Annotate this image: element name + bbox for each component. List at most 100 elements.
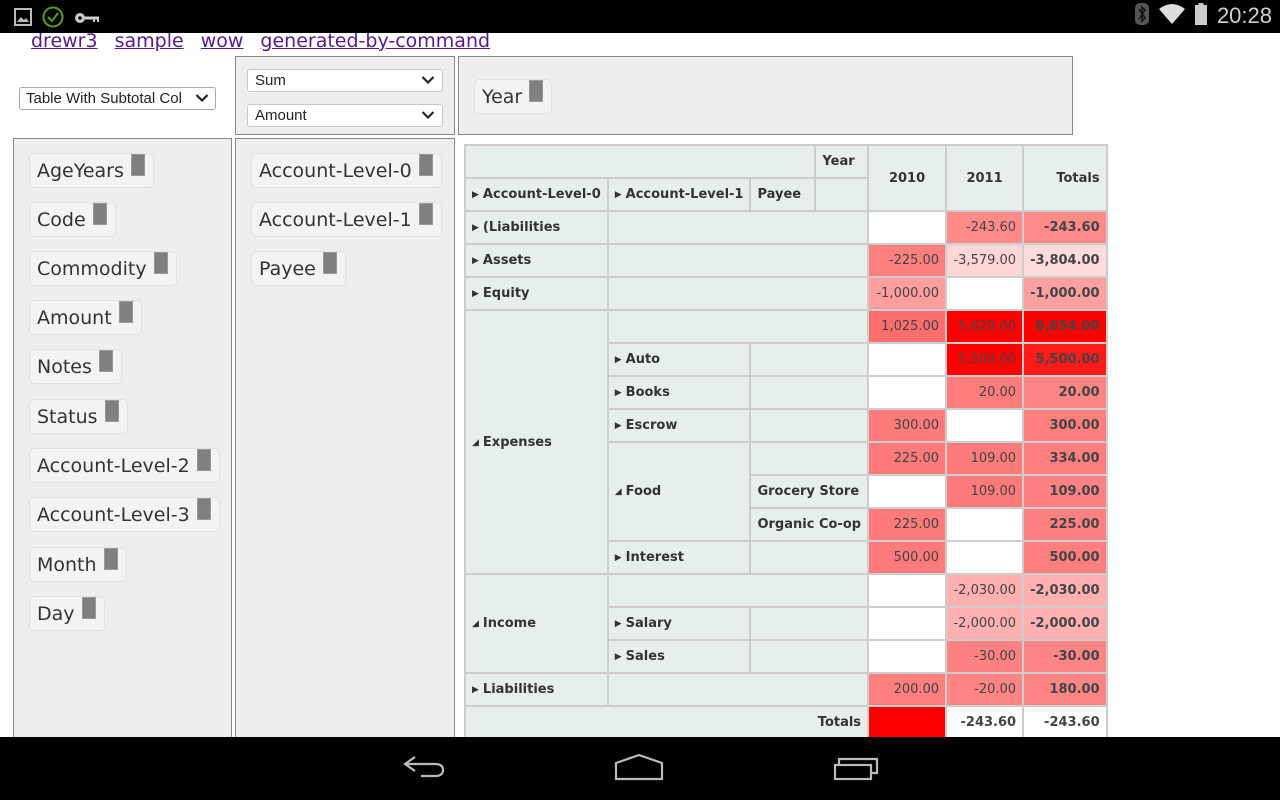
attr-pill-code[interactable]: Code xyxy=(29,202,116,237)
cell-row-total[interactable]: 180.00 xyxy=(1022,672,1108,707)
attr-pill-account-level-1[interactable]: Account-Level-1 xyxy=(251,202,442,237)
filter-dropdown-icon[interactable] xyxy=(92,202,107,225)
expand-arrow-icon[interactable]: ▶ xyxy=(615,355,622,365)
cell-row-total[interactable]: -30.00 xyxy=(1022,639,1108,674)
expand-arrow-icon[interactable]: ▶ xyxy=(615,388,622,398)
filter-dropdown-icon[interactable] xyxy=(104,399,119,422)
row-label-l0[interactable]: ▶ (Liabilities xyxy=(464,210,609,245)
cell-value[interactable]: 225.00 xyxy=(867,441,948,476)
row-label-l1[interactable]: ◢ Food xyxy=(606,441,752,542)
cell-value[interactable] xyxy=(867,210,948,245)
cell-value[interactable]: -1,000.00 xyxy=(867,276,948,311)
attr-pill-payee[interactable]: Payee xyxy=(251,251,346,286)
cell-value[interactable]: -2,030.00 xyxy=(945,573,1025,608)
attr-pill-day[interactable]: Day xyxy=(29,596,105,631)
cell-value[interactable] xyxy=(867,375,948,410)
cell-row-total[interactable]: 300.00 xyxy=(1022,408,1108,443)
link-generated-by-command[interactable]: generated-by-command xyxy=(260,30,490,52)
cell-row-total[interactable]: -2,000.00 xyxy=(1022,606,1108,641)
attr-pill-account-level-2[interactable]: Account-Level-2 xyxy=(29,448,220,483)
attr-pill-ageyears[interactable]: AgeYears xyxy=(29,153,154,188)
cell-row-total[interactable]: 334.00 xyxy=(1022,441,1108,476)
cell-grand-total[interactable]: -243.60 xyxy=(1022,705,1108,740)
back-button[interactable] xyxy=(394,751,454,787)
expand-arrow-icon[interactable]: ▶ xyxy=(472,256,479,266)
row-label-l1[interactable]: ▶ Escrow xyxy=(606,408,752,443)
expand-arrow-icon[interactable]: ▶ xyxy=(615,619,622,629)
cell-value[interactable] xyxy=(945,408,1025,443)
expand-arrow-icon[interactable]: ▶ xyxy=(615,421,622,431)
cell-value[interactable]: -20.00 xyxy=(945,672,1025,707)
expand-arrow-icon[interactable]: ▶ xyxy=(472,685,479,695)
row-label-l0[interactable]: ▶ Assets xyxy=(464,243,609,278)
filter-dropdown-icon[interactable] xyxy=(130,153,145,176)
expand-arrow-icon[interactable]: ▶ xyxy=(472,289,479,299)
attr-pill-amount[interactable]: Amount xyxy=(29,300,142,335)
cell-value[interactable]: 500.00 xyxy=(867,540,948,575)
cell-row-total[interactable]: 500.00 xyxy=(1022,540,1108,575)
expand-arrow-icon[interactable]: ▶ xyxy=(615,190,622,200)
cell-value[interactable]: -2,000.00 xyxy=(945,606,1025,641)
cell-row-total[interactable]: 20.00 xyxy=(1022,375,1108,410)
link-wow[interactable]: wow xyxy=(201,30,244,52)
attr-pill-month[interactable]: Month xyxy=(29,547,127,582)
cell-value[interactable]: -225.00 xyxy=(867,243,948,278)
expand-arrow-icon[interactable]: ▶ xyxy=(472,190,479,200)
filter-dropdown-icon[interactable] xyxy=(196,448,211,471)
row-label-l1[interactable]: ▶ Auto xyxy=(606,342,752,377)
cell-col-total[interactable] xyxy=(867,705,948,740)
row-label-l1[interactable]: ▶ Sales xyxy=(606,639,752,674)
cell-value[interactable]: 300.00 xyxy=(867,408,948,443)
cell-value[interactable] xyxy=(867,342,948,377)
attr-pill-commodity[interactable]: Commodity xyxy=(29,251,177,286)
recent-apps-button[interactable] xyxy=(827,751,887,787)
cell-value[interactable] xyxy=(867,573,948,608)
filter-dropdown-icon[interactable] xyxy=(103,547,118,570)
cell-value[interactable]: 20.00 xyxy=(945,375,1025,410)
cell-row-total[interactable]: -243.60 xyxy=(1022,210,1108,245)
cell-value[interactable]: 109.00 xyxy=(945,441,1025,476)
link-drewr3[interactable]: drewr3 xyxy=(31,30,98,52)
collapse-arrow-icon[interactable]: ◢ xyxy=(615,487,622,497)
cell-value[interactable]: 109.00 xyxy=(945,474,1025,509)
filter-dropdown-icon[interactable] xyxy=(81,596,96,619)
aggregator-attribute-select[interactable]: Amount xyxy=(247,104,443,127)
collapse-arrow-icon[interactable]: ◢ xyxy=(472,438,479,448)
filter-dropdown-icon[interactable] xyxy=(153,251,168,274)
row-label-l0[interactable]: ▶ Liabilities xyxy=(464,672,609,707)
cell-value[interactable]: -30.00 xyxy=(945,639,1025,674)
expand-arrow-icon[interactable]: ▶ xyxy=(472,223,479,233)
expand-arrow-icon[interactable]: ▶ xyxy=(615,652,622,662)
filter-dropdown-icon[interactable] xyxy=(196,497,211,520)
attr-pill-notes[interactable]: Notes xyxy=(29,349,122,384)
row-label-l0[interactable]: ◢ Expenses xyxy=(464,309,609,575)
attr-pill-account-level-3[interactable]: Account-Level-3 xyxy=(29,497,220,532)
cell-row-total[interactable]: 5,500.00 xyxy=(1022,342,1108,377)
cell-value[interactable] xyxy=(867,606,948,641)
cell-row-total[interactable]: -2,030.00 xyxy=(1022,573,1108,608)
filter-dropdown-icon[interactable] xyxy=(322,251,337,274)
cell-value[interactable] xyxy=(945,276,1025,311)
row-label-l1[interactable]: ▶ Salary xyxy=(606,606,752,641)
link-sample[interactable]: sample xyxy=(115,30,184,52)
cell-row-total[interactable]: -1,000.00 xyxy=(1022,276,1108,311)
cell-value[interactable] xyxy=(945,507,1025,542)
filter-dropdown-icon[interactable] xyxy=(529,79,544,102)
row-label-l1[interactable]: ▶ Books xyxy=(606,375,752,410)
row-label-l0[interactable]: ◢ Income xyxy=(464,573,609,674)
attr-pill-year[interactable]: Year xyxy=(474,79,553,114)
filter-dropdown-icon[interactable] xyxy=(418,153,433,176)
cell-row-total[interactable]: -3,804.00 xyxy=(1022,243,1108,278)
cell-col-total[interactable]: -243.60 xyxy=(945,705,1025,740)
cell-row-total[interactable]: 6,654.00 xyxy=(1022,309,1108,344)
collapse-arrow-icon[interactable]: ◢ xyxy=(472,619,479,629)
attr-pill-status[interactable]: Status xyxy=(29,399,128,434)
filter-dropdown-icon[interactable] xyxy=(118,300,133,323)
aggregator-function-select[interactable]: Sum xyxy=(247,69,443,92)
expand-arrow-icon[interactable]: ▶ xyxy=(615,553,622,563)
cell-value[interactable]: -3,579.00 xyxy=(945,243,1025,278)
renderer-select[interactable]: Table With Subtotal Col xyxy=(19,87,216,110)
cell-value[interactable]: 1,025.00 xyxy=(867,309,948,344)
home-button[interactable] xyxy=(609,751,669,787)
cell-value[interactable]: -243.60 xyxy=(945,210,1025,245)
